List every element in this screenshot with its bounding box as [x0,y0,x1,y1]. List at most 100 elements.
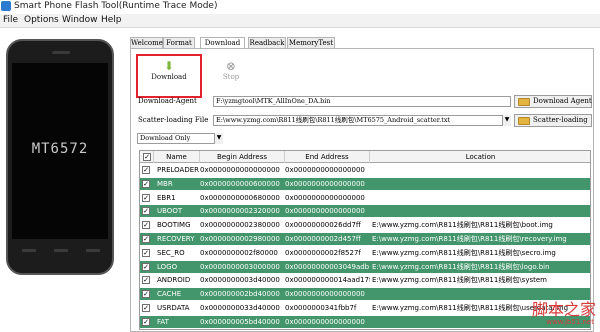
stop-button[interactable]: ⊗ Stop [216,59,246,81]
header-end-address: End Address [285,151,370,163]
table-row[interactable]: ✓ UBOOT 0x0000000002320000 0x00000000000000… [140,205,590,218]
app-icon [1,1,11,11]
table-row[interactable]: ✓ RECOVERY 0x0000000002980000 0x0000000002d… [140,233,590,245]
row-checkbox[interactable]: ✓ [142,248,150,257]
download-agent-button[interactable]: Download Agent [514,95,592,108]
cell-location [372,205,590,217]
scatter-file-field[interactable]: E:\www.yzmg.com\R811线刷包\R811线刷包\MT6575_A… [213,115,503,126]
cell-location: E:\www.yzmg.com\R811线刷包\R811线刷包\boot.img [372,221,553,230]
mode-select[interactable]: Download Only [137,133,223,144]
select-all-checkbox[interactable]: ✓ [143,153,151,161]
menu-window[interactable]: Window [62,15,98,25]
watermark-logo-text: 脚本之家 [531,300,596,319]
phone-model-label: MT6572 [31,141,89,157]
device-panel: MT6572 [0,29,130,332]
table-row[interactable]: ✓ ANDROID 0x0000000003d40000 0x000000000014… [140,274,590,287]
table-row[interactable]: ✓ SEC_RO 0x0000000002f80000 0x0000000002f85… [140,246,590,259]
cell-name: FAT [157,317,169,326]
cell-begin: 0x0000000000600000 [200,179,280,188]
download-tab-content: ⬇ Download ⊗ Stop Download-Agent F:\yzmg… [130,48,594,332]
cell-location: E:\www.yzmg.com\R811线刷包\R811线刷包\recovery… [372,235,567,243]
cell-begin: 0x0000000002380000 [200,221,280,230]
mode-select-arrow[interactable]: ▼ [214,133,223,144]
header-location: Location [370,151,590,163]
table-header: ✓ Name Begin Address End Address Locatio… [140,151,590,163]
table-row[interactable]: ✓ BOOTIMG 0x0000000002380000 0x00000000026d… [140,219,590,232]
cell-name: RECOVERY [157,235,195,243]
cell-name: SEC_RO [157,248,185,257]
cell-name: UBOOT [157,207,183,216]
row-checkbox[interactable]: ✓ [142,221,150,230]
cell-end: 0x0000000000000000 [285,193,365,202]
row-checkbox[interactable]: ✓ [142,207,150,216]
cell-location: E:\www.yzmg.com\R811线刷包\R811线刷包\logo.bin [372,262,550,271]
cell-location: E:\www.yzmg.com\R811线刷包\R811线刷包\system [372,276,547,285]
cell-end: 0x0000000000000000 [285,207,365,216]
cell-name: USRDATA [157,304,190,312]
cell-end: 0x0000000000000000 [285,317,365,326]
table-row[interactable]: ✓ MBR 0x0000000000600000 0x0000000000000000 [140,177,590,190]
cell-name: ANDROID [157,276,191,285]
row-checkbox[interactable]: ✓ [142,166,150,174]
cell-name: PRELOADER [157,166,200,174]
download-button-label: Download [151,73,187,81]
cell-location: E:\www.yzmg.com\R811线刷包\R811线刷包\secro.im… [372,248,556,257]
cell-name: LOGO [157,262,178,271]
cell-end: 0x0000000000000000 [285,166,365,174]
header-begin-address: Begin Address [200,151,285,163]
row-checkbox[interactable]: ✓ [142,235,150,243]
row-checkbox[interactable]: ✓ [142,179,150,188]
cell-begin: 0x0000000002980000 [200,235,280,243]
stop-icon: ⊗ [225,59,237,73]
header-check[interactable]: ✓ [140,151,154,163]
table-row[interactable]: ✓ EBR1 0x0000000000680000 0x000000000000000… [140,191,590,204]
cell-name: CACHE [157,290,182,299]
phone-home-key [54,249,68,252]
phone-screen: MT6572 [12,63,108,239]
table-row[interactable]: ✓ LOGO 0x0000000003000000 0x00000000003049a… [140,260,590,273]
cell-location [372,192,590,204]
cell-begin: 0x0000000000000000 [200,166,280,174]
title-bar: Smart Phone Flash Tool(Runtime Trace Mod… [0,0,600,14]
cell-begin: 0x0000000003d40000 [200,276,280,285]
download-agent-button-label: Download Agent [533,97,592,105]
cell-name: EBR1 [157,193,176,202]
cell-begin: 0x000000005bd40000 [200,317,280,326]
download-agent-field[interactable]: F:\yzmgtool\MTK_AllInOne_DA.bin [213,96,511,107]
cell-name: BOOTIMG [157,221,191,230]
phone-image: MT6572 [6,39,114,275]
menu-options[interactable]: Options [24,15,59,25]
cell-end: 0x0000000341fbb7f [285,304,357,312]
row-checkbox[interactable]: ✓ [142,193,150,202]
row-checkbox[interactable]: ✓ [142,262,150,271]
table-row[interactable]: ✓ PRELOADER 0x0000000000000000 0x0000000000… [140,164,590,176]
menu-bar: File Options Window Help [0,14,600,28]
cell-end: 0x0000000000000000 [285,290,365,299]
stop-button-label: Stop [222,73,240,81]
cell-end: 0x00000000026dd7ff [285,221,361,230]
scatter-file-label: Scatter-loading File [138,116,209,124]
download-agent-label: Download-Agent [138,97,197,105]
scatter-dropdown-arrow[interactable]: ▼ [502,115,511,126]
menu-help[interactable]: Help [101,15,122,25]
row-checkbox[interactable]: ✓ [142,276,150,285]
cell-location [372,178,590,190]
cell-end: 0x0000000000000000 [285,179,365,188]
cell-begin: 0x0000000003000000 [200,262,280,271]
row-checkbox[interactable]: ✓ [142,317,150,326]
cell-end: 0x0000000002f8527f [285,248,361,257]
cell-begin: 0x0000000000680000 [200,193,280,202]
cell-end: 0x0000000002d457ff [285,235,361,243]
scatter-loading-button-label: Scatter-loading [533,116,588,124]
cell-begin: 0x0000000002320000 [200,207,280,216]
phone-back-key [22,249,36,252]
cell-begin: 0x000000002bd40000 [200,290,280,299]
scatter-loading-button[interactable]: Scatter-loading [514,114,592,127]
menu-file[interactable]: File [3,15,18,25]
download-button[interactable]: ⬇ Download [145,59,193,81]
row-checkbox[interactable]: ✓ [142,304,150,312]
window-title: Smart Phone Flash Tool(Runtime Trace Mod… [14,1,218,11]
row-checkbox[interactable]: ✓ [142,290,150,299]
cell-begin: 0x0000000033d40000 [200,304,280,312]
phone-speaker [52,51,70,54]
